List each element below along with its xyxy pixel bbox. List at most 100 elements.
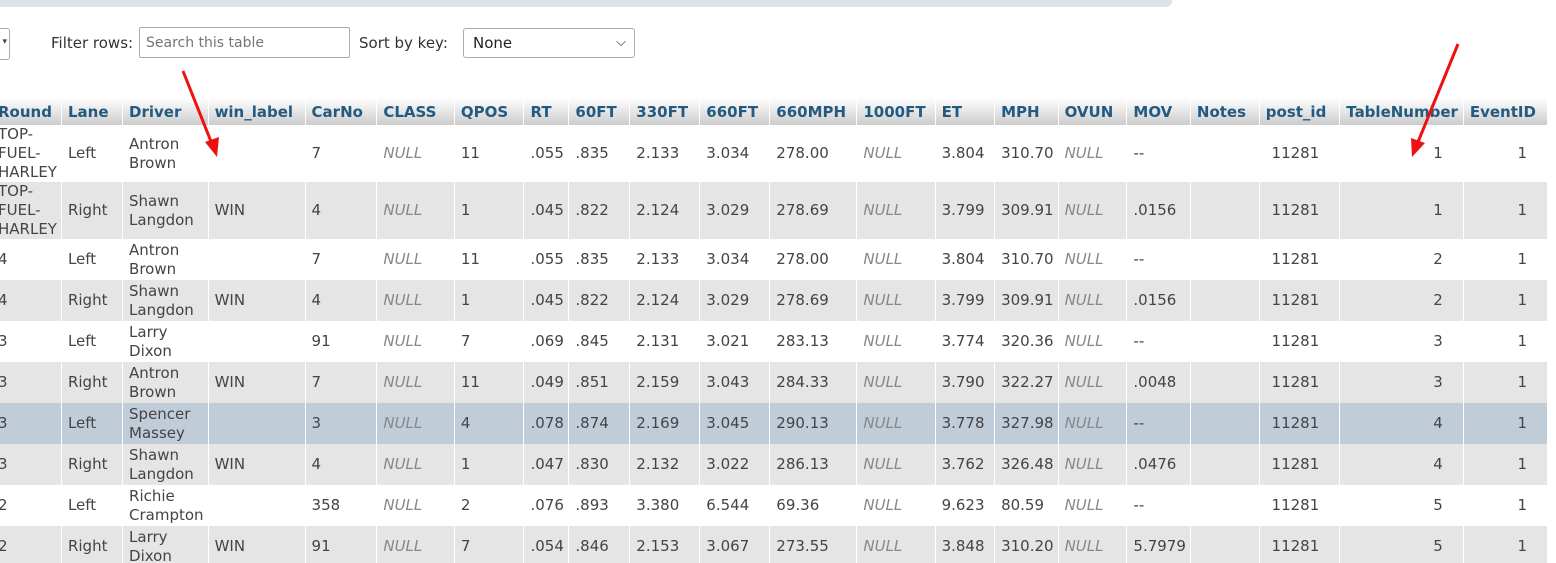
table-cell-et[interactable]: 3.778 xyxy=(935,403,996,444)
table-cell-win-label[interactable]: WIN xyxy=(208,444,306,485)
table-cell-win-label[interactable] xyxy=(208,403,306,444)
table-cell-win-label[interactable] xyxy=(208,125,306,182)
table-cell-notes[interactable] xyxy=(1190,280,1260,321)
table-cell-round[interactable]: 2 xyxy=(0,526,62,563)
column-header-330ft[interactable]: 330FT xyxy=(629,98,701,125)
table-cell-round[interactable]: 4 xyxy=(0,280,62,321)
table-cell-notes[interactable] xyxy=(1190,526,1260,563)
rows-per-page-select[interactable]: ▾ xyxy=(0,28,10,60)
table-cell-660mph[interactable]: 286.13 xyxy=(769,444,858,485)
table-cell-330ft[interactable]: 2.124 xyxy=(629,280,701,321)
table-cell-lane[interactable]: Left xyxy=(61,485,124,526)
table-cell-eventid[interactable]: 1 xyxy=(1463,485,1549,526)
column-header-qpos[interactable]: QPOS xyxy=(454,98,525,125)
table-cell-post-id[interactable]: 11281 xyxy=(1259,125,1341,182)
table-cell-660ft[interactable]: 3.034 xyxy=(699,239,771,280)
table-cell-330ft[interactable]: 2.133 xyxy=(629,239,701,280)
table-cell-tablenumber[interactable]: 2 xyxy=(1339,280,1464,321)
table-cell-qpos[interactable]: 11 xyxy=(454,362,525,403)
table-cell-1000ft[interactable]: NULL xyxy=(856,125,936,182)
table-cell-mov[interactable]: .0156 xyxy=(1126,280,1191,321)
table-cell-driver[interactable]: Larry Dixon xyxy=(122,321,209,362)
table-cell-driver[interactable]: Shawn Langdon xyxy=(122,182,209,239)
column-header-lane[interactable]: Lane xyxy=(61,98,124,125)
table-cell-mov[interactable]: .0048 xyxy=(1126,362,1191,403)
table-cell-660ft[interactable]: 3.067 xyxy=(699,526,771,563)
table-cell-660mph[interactable]: 278.00 xyxy=(769,239,858,280)
table-cell-mph[interactable]: 320.36 xyxy=(994,321,1059,362)
table-cell-driver[interactable]: Larry Dixon xyxy=(122,526,209,563)
table-cell-mov[interactable]: .0156 xyxy=(1126,182,1191,239)
table-cell-mov[interactable]: -- xyxy=(1126,239,1191,280)
table-cell-qpos[interactable]: 4 xyxy=(454,403,525,444)
table-cell-mph[interactable]: 310.70 xyxy=(994,125,1059,182)
table-cell-1000ft[interactable]: NULL xyxy=(856,321,936,362)
table-row[interactable]: 2 Right Larry Dixon WIN 91 NULL 7.054.846 2.153 3… xyxy=(0,526,1549,563)
table-cell-60ft[interactable]: .822 xyxy=(568,182,631,239)
column-header-post-id[interactable]: post_id xyxy=(1259,98,1341,125)
table-cell-1000ft[interactable]: NULL xyxy=(856,444,936,485)
table-cell-660ft[interactable]: 3.043 xyxy=(699,362,771,403)
table-cell-mph[interactable]: 327.98 xyxy=(994,403,1059,444)
table-cell-driver[interactable]: Shawn Langdon xyxy=(122,280,209,321)
table-cell-qpos[interactable]: 11 xyxy=(454,125,525,182)
table-cell-rt[interactable]: .045 xyxy=(523,182,570,239)
table-cell-carno[interactable]: 3 xyxy=(305,403,378,444)
table-row[interactable]: 3 Left Larry Dixon 91 NULL 7.069.845 2.131 3.021… xyxy=(0,321,1549,362)
table-cell-qpos[interactable]: 7 xyxy=(454,321,525,362)
table-cell-tablenumber[interactable]: 4 xyxy=(1339,403,1464,444)
table-cell-ovun[interactable]: NULL xyxy=(1058,444,1128,485)
table-cell-eventid[interactable]: 1 xyxy=(1463,362,1549,403)
table-cell-660mph[interactable]: 284.33 xyxy=(769,362,858,403)
column-header-660mph[interactable]: 660MPH xyxy=(769,98,858,125)
column-header-rt[interactable]: RT xyxy=(523,98,570,125)
table-cell-notes[interactable] xyxy=(1190,444,1260,485)
table-cell-carno[interactable]: 91 xyxy=(305,526,378,563)
table-cell-rt[interactable]: .069 xyxy=(523,321,570,362)
table-cell-lane[interactable]: Left xyxy=(61,403,124,444)
table-cell-1000ft[interactable]: NULL xyxy=(856,526,936,563)
table-cell-rt[interactable]: .049 xyxy=(523,362,570,403)
table-row[interactable]: 2 Left Richie Crampton 358 NULL 2.076.893 3.380… xyxy=(0,485,1549,526)
table-cell-lane[interactable]: Right xyxy=(61,444,124,485)
table-cell-notes[interactable] xyxy=(1190,403,1260,444)
table-cell-eventid[interactable]: 1 xyxy=(1463,280,1549,321)
table-cell-qpos[interactable]: 1 xyxy=(454,280,525,321)
table-cell-tablenumber[interactable]: 3 xyxy=(1339,321,1464,362)
table-cell-eventid[interactable]: 1 xyxy=(1463,526,1549,563)
table-cell-rt[interactable]: .054 xyxy=(523,526,570,563)
table-cell-post-id[interactable]: 11281 xyxy=(1259,321,1341,362)
table-cell-1000ft[interactable]: NULL xyxy=(856,362,936,403)
table-cell-carno[interactable]: 7 xyxy=(305,362,378,403)
column-header-ovun[interactable]: OVUN xyxy=(1058,98,1128,125)
table-cell-class[interactable]: NULL xyxy=(376,403,455,444)
column-header-60ft[interactable]: 60FT xyxy=(568,98,631,125)
table-cell-et[interactable]: 9.623 xyxy=(935,485,996,526)
table-cell-qpos[interactable]: 1 xyxy=(454,444,525,485)
table-cell-post-id[interactable]: 11281 xyxy=(1259,444,1341,485)
table-cell-qpos[interactable]: 2 xyxy=(454,485,525,526)
table-cell-class[interactable]: NULL xyxy=(376,182,455,239)
table-cell-eventid[interactable]: 1 xyxy=(1463,125,1549,182)
table-cell-win-label[interactable]: WIN xyxy=(208,362,306,403)
table-cell-330ft[interactable]: 2.124 xyxy=(629,182,701,239)
table-cell-mph[interactable]: 326.48 xyxy=(994,444,1059,485)
table-cell-mov[interactable]: -- xyxy=(1126,403,1191,444)
table-cell-60ft[interactable]: .835 xyxy=(568,125,631,182)
table-cell-mph[interactable]: 310.70 xyxy=(994,239,1059,280)
table-cell-et[interactable]: 3.774 xyxy=(935,321,996,362)
table-cell-post-id[interactable]: 11281 xyxy=(1259,362,1341,403)
column-header-mph[interactable]: MPH xyxy=(994,98,1059,125)
table-cell-lane[interactable]: Right xyxy=(61,182,124,239)
table-cell-60ft[interactable]: .822 xyxy=(568,280,631,321)
table-cell-qpos[interactable]: 11 xyxy=(454,239,525,280)
table-row[interactable]: 4 Left Antron Brown 7 NULL 11.055.835 2.133 3.03… xyxy=(0,239,1549,280)
table-cell-post-id[interactable]: 11281 xyxy=(1259,280,1341,321)
table-cell-carno[interactable]: 358 xyxy=(305,485,378,526)
column-header-carno[interactable]: CarNo xyxy=(305,98,378,125)
table-cell-lane[interactable]: Left xyxy=(61,239,124,280)
table-cell-660mph[interactable]: 278.69 xyxy=(769,182,858,239)
column-header-660ft[interactable]: 660FT xyxy=(699,98,771,125)
table-row[interactable]: 3 Right Antron Brown WIN 7 NULL 11.049.851 2.159… xyxy=(0,362,1549,403)
table-cell-ovun[interactable]: NULL xyxy=(1058,280,1128,321)
